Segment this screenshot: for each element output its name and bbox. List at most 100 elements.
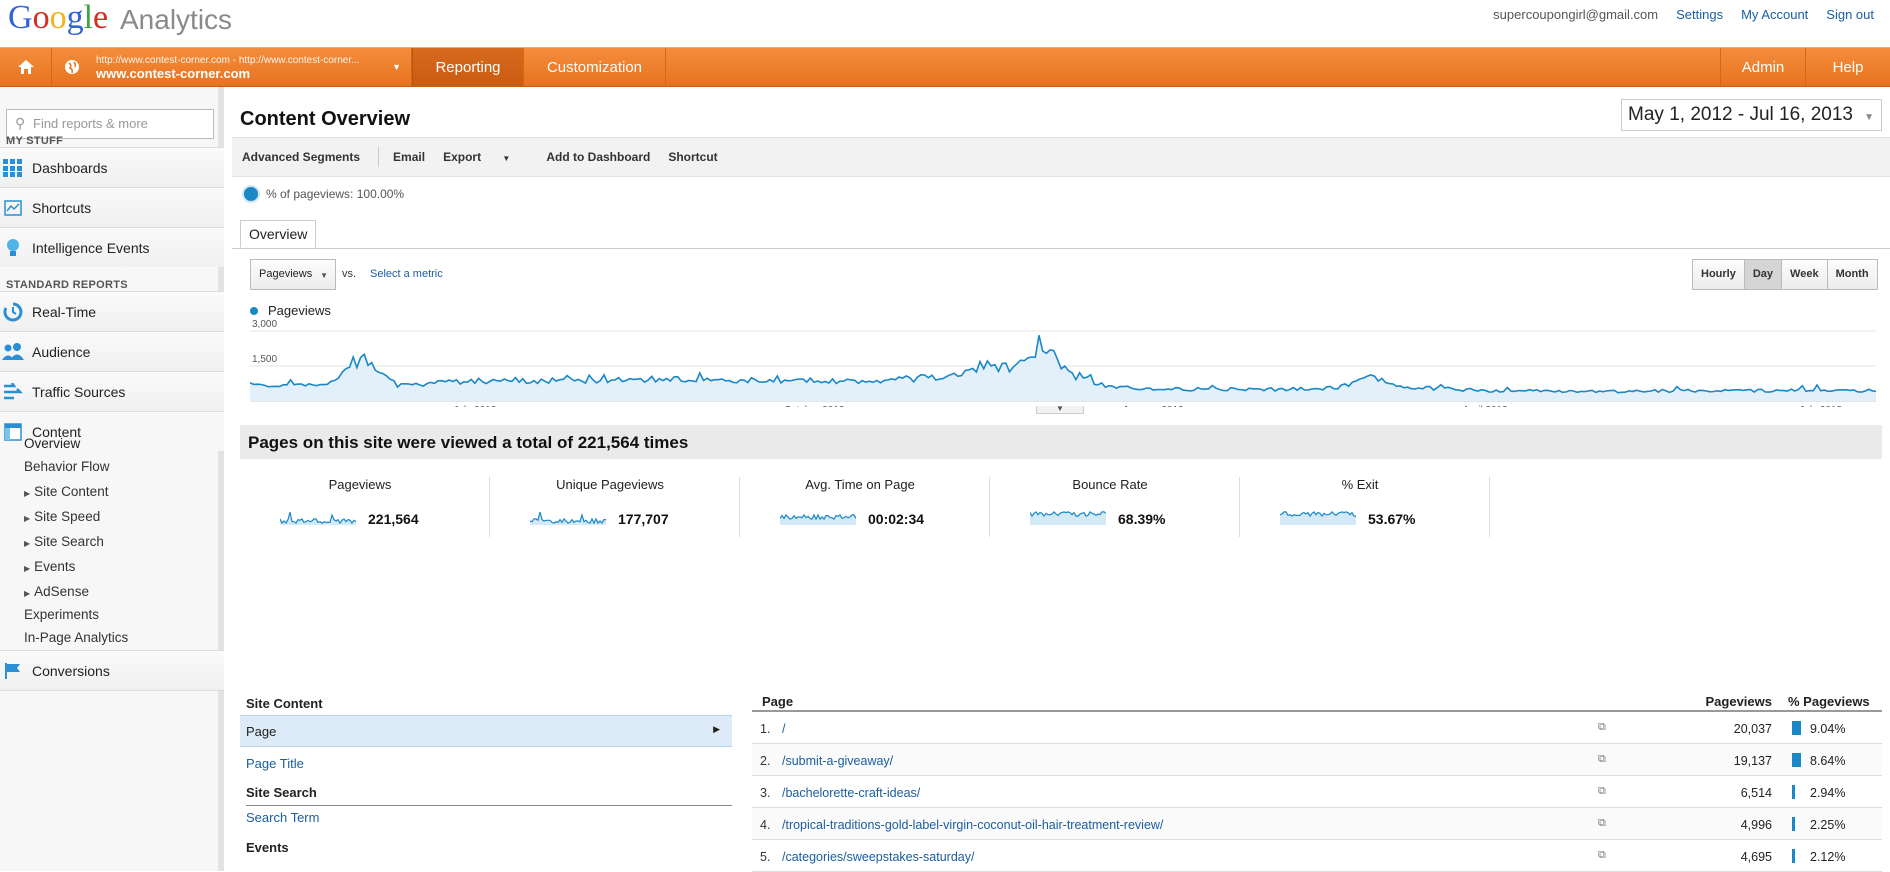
- granularity-hourly-button[interactable]: Hourly: [1693, 260, 1745, 289]
- sidebar-sub-site-search[interactable]: ▶ Site Search: [24, 534, 104, 549]
- granularity-week-button[interactable]: Week: [1782, 260, 1828, 289]
- traffic-arrows-icon: [2, 381, 24, 403]
- realtime-clock-icon: [2, 301, 24, 323]
- sidebar: ⚲ Find reports & more MY STUFF Dashboard…: [0, 87, 224, 871]
- granularity-month-button[interactable]: Month: [1827, 260, 1877, 289]
- sub-label: Site Content: [34, 484, 109, 499]
- open-external-icon[interactable]: ⧉: [1598, 753, 1606, 766]
- open-external-icon[interactable]: ⧉: [1598, 785, 1606, 798]
- sub-label: Site Search: [34, 534, 104, 549]
- metric-select[interactable]: Pageviews ▼: [250, 259, 336, 290]
- chart-collapse-toggle[interactable]: ▼: [1036, 405, 1084, 414]
- percent-bar: [1792, 849, 1795, 863]
- page-link[interactable]: /: [782, 722, 785, 736]
- table-header: Page Pageviews % Pageviews: [752, 690, 1882, 712]
- segment-pie-icon: [242, 185, 260, 203]
- settings-link[interactable]: Settings: [1676, 7, 1723, 22]
- stat-card: Unique Pageviews 177,707: [490, 477, 740, 537]
- tab-customization[interactable]: Customization: [524, 48, 666, 86]
- stat-value: 177,707: [618, 511, 669, 527]
- dimension-page[interactable]: Page ▶: [240, 715, 732, 747]
- sidebar-sub-site-speed[interactable]: ▶ Site Speed: [24, 509, 100, 524]
- advanced-segments-button[interactable]: Advanced Segments: [242, 150, 360, 164]
- sidebar-item-label: Intelligence Events: [32, 239, 150, 256]
- select-metric-link[interactable]: Select a metric: [370, 268, 443, 280]
- analytics-wordmark: Analytics: [120, 4, 233, 35]
- page-link[interactable]: /categories/sweepstakes-saturday/: [782, 850, 974, 864]
- percent-bar: [1792, 785, 1795, 799]
- sidebar-sub-behavior-flow[interactable]: Behavior Flow: [24, 459, 110, 474]
- site-name: www.contest-corner.com: [96, 66, 251, 81]
- chevron-down-icon: ▼: [502, 154, 511, 163]
- sidebar-item-traffic[interactable]: Traffic Sources: [0, 371, 224, 411]
- sidebar-item-realtime[interactable]: Real-Time: [0, 291, 224, 331]
- sidebar-item-shortcuts[interactable]: Shortcuts: [0, 187, 224, 227]
- table-row: 5. /categories/sweepstakes-saturday/ ⧉ 4,69…: [752, 840, 1882, 872]
- chevron-down-icon: ▼: [320, 271, 328, 280]
- dimension-search-term[interactable]: Search Term: [246, 810, 319, 825]
- legend-dot-icon: [250, 306, 258, 315]
- site-urls: http://www.contest-corner.com - http://w…: [96, 55, 360, 66]
- tab-overview[interactable]: Overview: [240, 220, 316, 248]
- sidebar-item-label: Audience: [32, 343, 91, 360]
- sidebar-sub-events[interactable]: ▶ Events: [24, 559, 75, 574]
- sign-out-link[interactable]: Sign out: [1826, 7, 1874, 22]
- row-number: 3.: [760, 786, 771, 800]
- sub-label: Events: [34, 559, 76, 574]
- pageviews-value: 4,996: [1740, 818, 1772, 832]
- y-tick-label: 1,500: [252, 354, 277, 365]
- open-external-icon[interactable]: ⧉: [1598, 817, 1606, 830]
- page-title: Content Overview: [240, 108, 411, 130]
- sidebar-sub-overview[interactable]: Overview: [24, 436, 80, 451]
- x-tick-label: October 2012: [784, 405, 845, 407]
- page-link[interactable]: /bachelorette-craft-ideas/: [782, 786, 920, 800]
- sidebar-sub-experiments[interactable]: Experiments: [24, 607, 99, 622]
- sparkline-icon: [1030, 511, 1106, 525]
- chevron-right-icon: ▶: [713, 724, 720, 734]
- table-row: 1. / ⧉ 20,037 9.04%: [752, 712, 1882, 744]
- percent-bar: [1792, 753, 1801, 767]
- stat-card: Pageviews 221,564: [240, 477, 490, 537]
- tab-help[interactable]: Help: [1806, 48, 1890, 86]
- x-tick-label: July 2012: [454, 405, 497, 407]
- account-selector[interactable]: http://www.contest-corner.com - http://w…: [52, 48, 412, 86]
- column-header-pct-pageviews: % Pageviews: [1788, 694, 1870, 709]
- sidebar-item-dashboards[interactable]: Dashboards: [0, 147, 224, 187]
- tab-admin[interactable]: Admin: [1720, 48, 1806, 86]
- content-page-icon: [2, 421, 24, 443]
- google-logo[interactable]: Google: [8, 0, 108, 36]
- sidebar-sub-adsense[interactable]: ▶ AdSense: [24, 584, 89, 599]
- tab-reporting[interactable]: Reporting: [412, 48, 524, 86]
- report-toolbar: Advanced Segments Email Export ▼ Add to …: [232, 137, 1890, 177]
- tab-divider: [232, 248, 1890, 249]
- segment-indicator: % of pageviews: 100.00%: [242, 185, 404, 203]
- x-tick-label: April 2013: [1463, 405, 1508, 407]
- stat-label: % Exit: [1341, 477, 1379, 492]
- sidebar-item-intelligence[interactable]: Intelligence Events: [0, 227, 224, 267]
- page-link[interactable]: /submit-a-giveaway/: [782, 754, 893, 768]
- row-number: 2.: [760, 754, 771, 768]
- sidebar-item-audience[interactable]: Audience: [0, 331, 224, 371]
- export-button[interactable]: Export ▼: [443, 150, 528, 164]
- dimension-page-title[interactable]: Page Title: [246, 756, 304, 771]
- stat-card: % Exit 53.67%: [1240, 477, 1490, 537]
- dimension-label: Page: [246, 724, 277, 739]
- open-external-icon[interactable]: ⧉: [1598, 849, 1606, 862]
- sidebar-sub-site-content[interactable]: ▶ Site Content: [24, 484, 108, 499]
- pageviews-chart[interactable]: 3,000 1,500 July 2012 October 2012 January 2…: [250, 319, 1876, 407]
- date-range-text: May 1, 2012 - Jul 16, 2013: [1628, 104, 1853, 125]
- my-account-link[interactable]: My Account: [1741, 7, 1808, 22]
- sparkline-icon: [530, 511, 606, 525]
- granularity-day-button[interactable]: Day: [1744, 260, 1783, 289]
- shortcut-button[interactable]: Shortcut: [668, 150, 717, 164]
- date-range-picker[interactable]: May 1, 2012 - Jul 16, 2013 ▼: [1621, 99, 1882, 131]
- home-button[interactable]: [0, 48, 52, 86]
- add-to-dashboard-button[interactable]: Add to Dashboard: [546, 150, 650, 164]
- sidebar-sub-inpage[interactable]: In-Page Analytics: [24, 630, 128, 645]
- open-external-icon[interactable]: ⧉: [1598, 721, 1606, 734]
- email-button[interactable]: Email: [393, 150, 425, 164]
- page-link[interactable]: /tropical-traditions-gold-label-virgin-c…: [782, 818, 1163, 832]
- stat-card: Avg. Time on Page 00:02:34: [740, 477, 990, 537]
- audience-people-icon: [2, 341, 24, 363]
- sidebar-item-conversions[interactable]: Conversions: [0, 650, 224, 690]
